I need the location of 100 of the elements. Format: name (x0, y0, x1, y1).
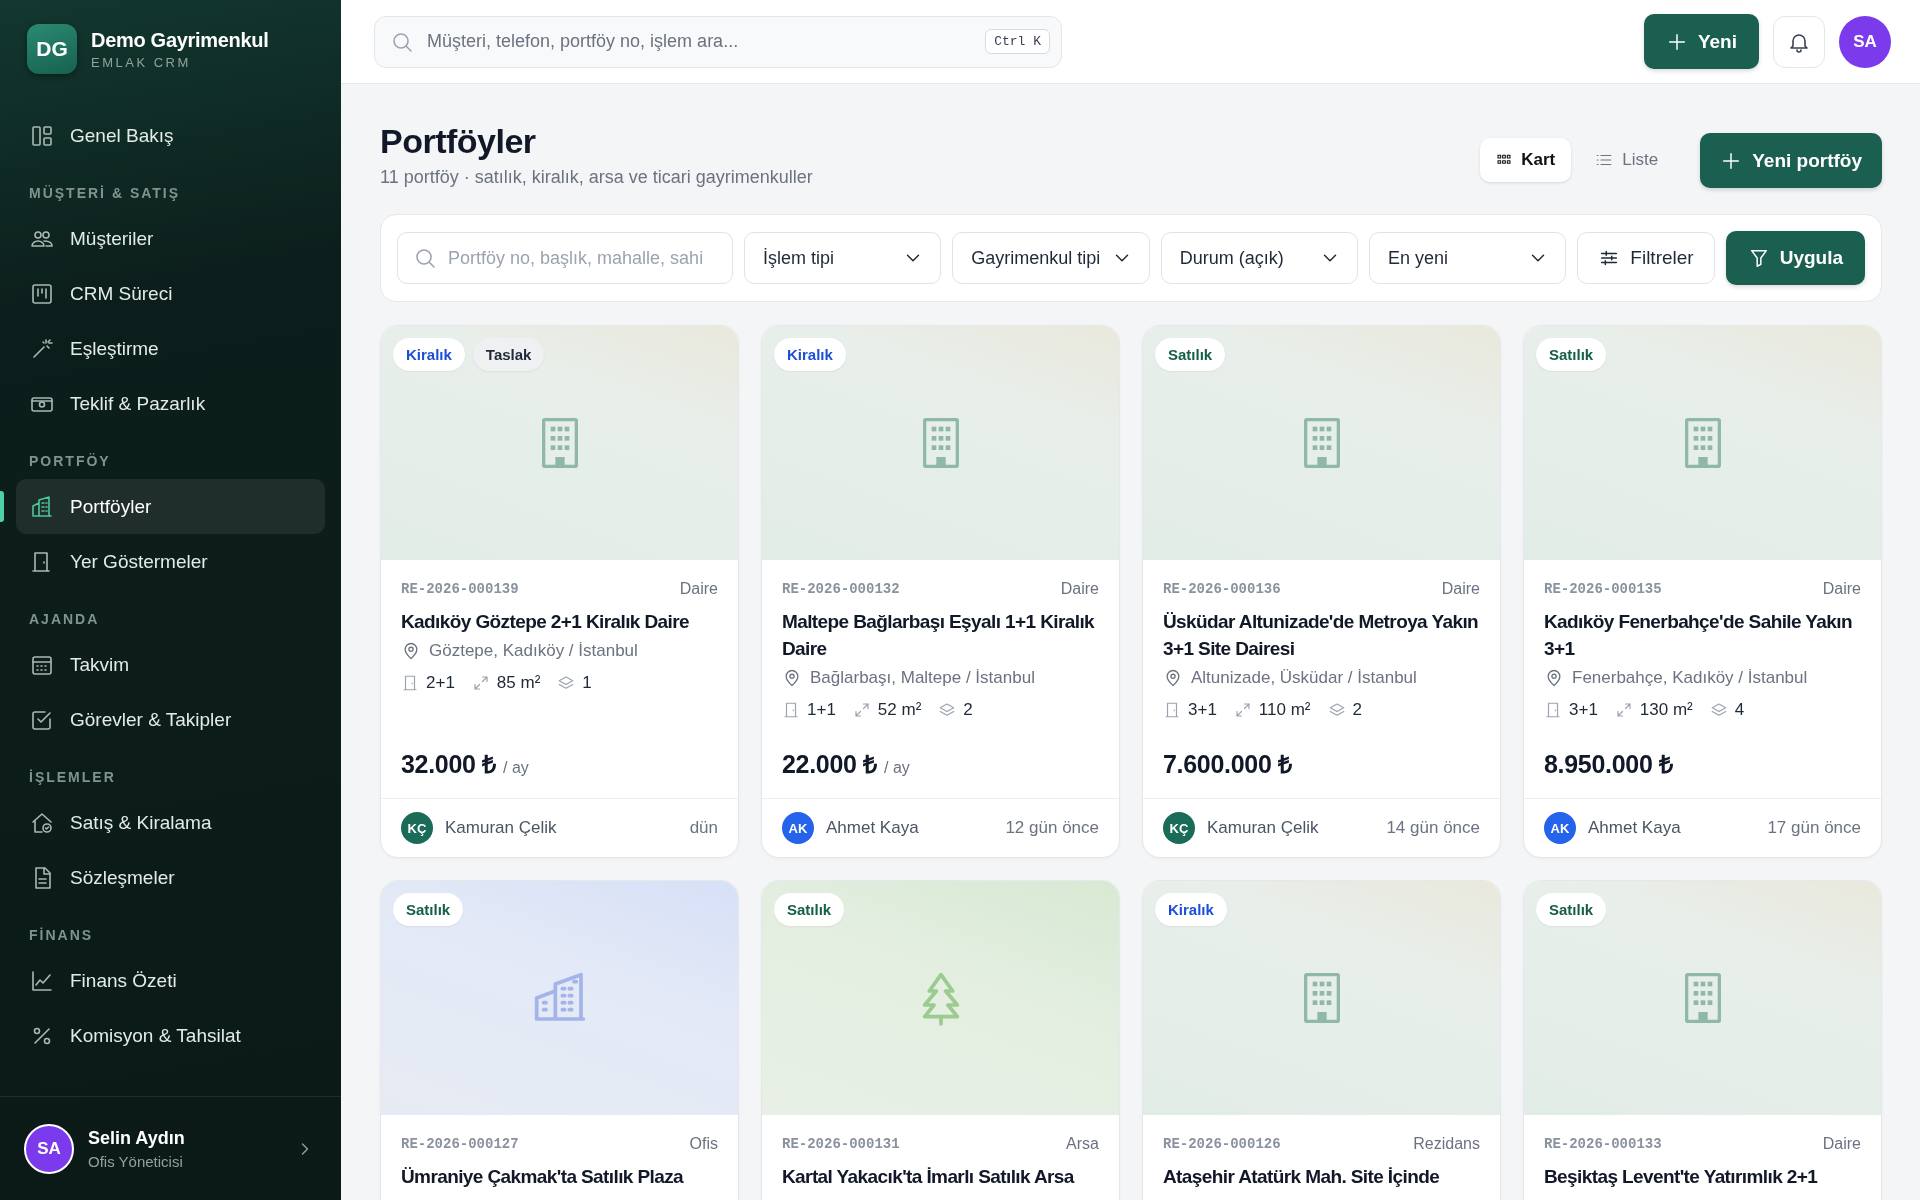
nav-item[interactable]: Müşteriler (16, 211, 325, 266)
agent-avatar: KÇ (1163, 812, 1195, 844)
notifications-button[interactable] (1773, 15, 1825, 68)
layout-icon (30, 123, 54, 148)
card-title[interactable]: Ümraniye Çakmak'ta Satılık Plaza (401, 1163, 718, 1190)
portfolio-code: RE-2026-000126 (1163, 1136, 1281, 1152)
status-tag: Kiralık (1155, 893, 1227, 926)
time-text: 12 gün önce (1005, 818, 1099, 838)
card-title[interactable]: Üsküdar Altunizade'de Metroya Yakın 3+1 Site Dairesi (1163, 608, 1480, 662)
brand-subtitle: EMLAK CRM (91, 54, 192, 70)
nav-item[interactable]: Komisyon & Tahsilat (16, 1008, 325, 1063)
property-type: Arsa (1066, 1135, 1099, 1153)
time-text: dün (689, 818, 718, 838)
floor-count: 2 (1352, 700, 1362, 720)
status-tag: Satılık (1536, 893, 1607, 926)
search-field[interactable]: Portföy no, başlık, mahalle, sahi (397, 232, 733, 284)
price-text: 32.000 ₺ (401, 749, 496, 780)
door-icon (782, 701, 800, 719)
agent-name: Ahmet Kaya (1588, 818, 1681, 838)
status-tag: Kiralık (393, 338, 465, 371)
portfolio-code: RE-2026-000139 (401, 581, 519, 597)
agent-name: Kamuran Çelik (445, 818, 557, 838)
property-type: Daire (1822, 1135, 1861, 1153)
dropdown[interactable]: En yeni (1369, 232, 1567, 284)
layers-icon (1327, 701, 1346, 719)
buildings-icon (30, 494, 54, 519)
location-text: Fenerbahçe, Kadıköy / İstanbul (1572, 668, 1808, 688)
section-heading: İŞLEMLER (28, 768, 117, 787)
agent-avatar: AK (1544, 812, 1576, 844)
active-indicator (0, 491, 4, 522)
card-title[interactable]: Beşiktaş Levent'te Yatırımlık 2+1 (1544, 1163, 1861, 1190)
user-role: Ofis Yöneticisi (88, 1152, 184, 1170)
magic-wand-icon (30, 336, 54, 361)
card-title[interactable]: Kartal Yakacık'ta İmarlı Satılık Arsa (782, 1163, 1099, 1190)
house-check-icon (30, 810, 54, 835)
area-text: 110 m² (1258, 700, 1311, 720)
agent-avatar: AK (782, 812, 814, 844)
floor-count: 1 (582, 673, 592, 693)
price-period: / ay (884, 759, 910, 777)
apply-button[interactable]: Uygula (1725, 231, 1865, 285)
portfolio-code: RE-2026-000133 (1544, 1136, 1662, 1152)
nav-item[interactable]: Yer Göstermeler (16, 534, 325, 589)
property-type: Rezidans (1413, 1135, 1480, 1153)
nav-item[interactable]: Teklif & Pazarlık (16, 376, 325, 431)
door-icon (1163, 701, 1181, 719)
area-text: 52 m² (877, 700, 922, 720)
property-type: Daire (679, 580, 718, 598)
line-chart-icon (30, 968, 54, 993)
room-count: 3+1 (1569, 700, 1598, 720)
user-profile[interactable]: SA Selin Aydın Ofis Yöneticisi (0, 1096, 341, 1200)
portfolio-code: RE-2026-000131 (782, 1136, 900, 1152)
nav-item[interactable]: Sözleşmeler (16, 850, 325, 905)
card-title[interactable]: Kadıköy Göztepe 2+1 Kiralık Daire (401, 608, 718, 635)
nav-item[interactable]: Görevler & Takipler (16, 692, 325, 747)
dropdown[interactable]: İşlem tipi (744, 232, 942, 284)
nav-item[interactable]: Takvim (16, 637, 325, 692)
nav-item[interactable]: Finans Özeti (16, 953, 325, 1008)
page-subtitle: 11 portföy · satılık, kiralık, arsa ve ticari gayrimenkuller (380, 167, 813, 188)
price-text: 22.000 ₺ (782, 749, 877, 780)
status-tag: Satılık (1536, 338, 1607, 371)
card-title[interactable]: Kadıköy Fenerbahçe'de Sahile Yakın 3+1 (1544, 608, 1861, 662)
new-button[interactable]: Yeni (1643, 14, 1759, 69)
card-title[interactable]: Maltepe Bağlarbaşı Eşyalı 1+1 Kiralık Daire (782, 608, 1099, 662)
location-text: Göztepe, Kadıköy / İstanbul (429, 641, 638, 661)
room-count: 1+1 (807, 700, 836, 720)
floor-count: 4 (1734, 700, 1745, 720)
card-title[interactable]: Ataşehir Atatürk Mah. Site İçinde (1163, 1163, 1480, 1190)
view-tab[interactable]: Kart (1480, 138, 1572, 182)
nav-item[interactable]: Eşleştirme (16, 321, 325, 376)
kanban-icon (30, 281, 54, 306)
agent-name: Kamuran Çelik (1207, 818, 1319, 838)
nav-item[interactable]: CRM Süreci (16, 266, 325, 321)
nav-item[interactable]: Satış & Kiralama (16, 795, 325, 850)
expand-arrows-icon (471, 674, 490, 692)
agent-avatar: KÇ (401, 812, 433, 844)
filters-button[interactable]: Filtreler (1577, 232, 1715, 284)
nav-item[interactable]: Genel Bakış (16, 108, 325, 163)
dropdown[interactable]: Gayrimenkul tipi (952, 232, 1150, 284)
agent-name: Ahmet Kaya (826, 818, 919, 838)
expand-arrows-icon (852, 701, 871, 719)
shortcut-hint: Ctrl K (985, 28, 1050, 54)
price-text: 7.600.000 ₺ (1163, 749, 1292, 780)
layers-icon (1709, 701, 1728, 719)
location-text: Bağlarbaşı, Maltepe / İstanbul (810, 668, 1035, 688)
price-period: / ay (503, 759, 529, 777)
portfolio-code: RE-2026-000136 (1163, 581, 1281, 597)
view-tab[interactable]: Liste (1579, 138, 1675, 182)
section-heading: PORTFÖY (28, 452, 112, 471)
property-type: Ofis (689, 1135, 718, 1153)
user-avatar[interactable]: SA (1839, 15, 1891, 68)
time-text: 17 gün önce (1767, 818, 1861, 838)
portfolio-code: RE-2026-000132 (782, 581, 900, 597)
dropdown[interactable]: Durum (açık) (1160, 232, 1358, 284)
nav-item[interactable]: Portföyler (16, 479, 325, 534)
new-portfolio-button[interactable]: Yeni portföy (1700, 133, 1882, 188)
floor-count: 2 (963, 700, 973, 720)
area-text: 85 m² (496, 673, 541, 693)
door-icon (1544, 701, 1562, 719)
area-text: 130 m² (1639, 700, 1693, 720)
layers-icon (938, 701, 957, 719)
